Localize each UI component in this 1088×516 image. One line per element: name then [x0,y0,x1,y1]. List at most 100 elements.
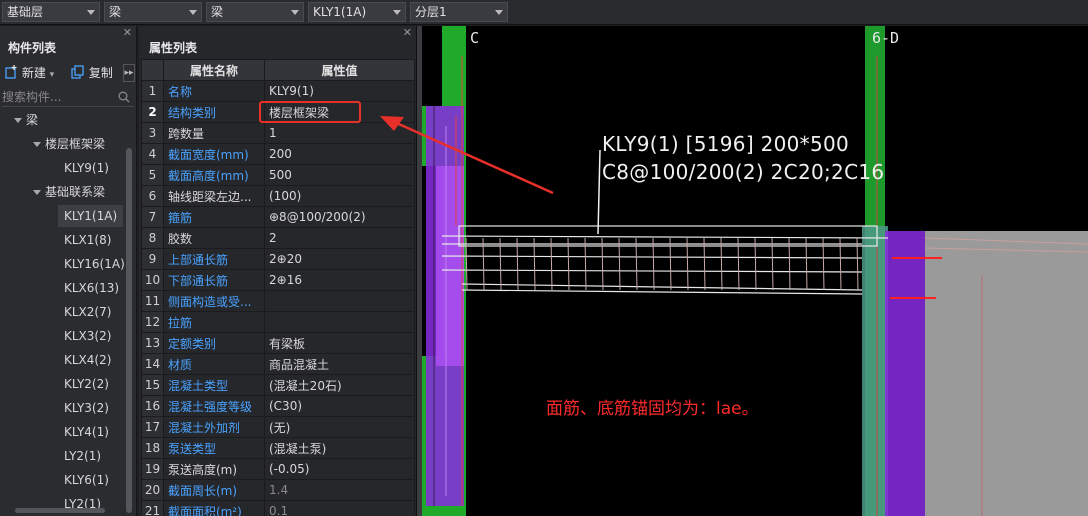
property-value[interactable] [264,290,415,312]
chevron-down-icon [495,10,503,15]
property-value[interactable]: 500 [264,164,415,186]
tree-item[interactable]: KLX2(7) [64,301,111,323]
search-component[interactable]: 搜索构件... [2,87,134,107]
component-toolbar: 新建 ▾ 复制 ▸▸ [0,62,136,84]
tree-item[interactable]: KLX6(13) [64,277,119,299]
property-value[interactable]: KLY9(1) [264,80,415,102]
tree-item-selected[interactable]: KLY1(1A) [58,205,124,227]
layer-select[interactable]: 分层1 [410,2,508,22]
row-number: 4 [141,143,164,165]
property-name: 截面面积(m²) [163,500,265,516]
table-row[interactable]: 4 截面宽度(mm) 200 [141,143,415,165]
expand-icon[interactable] [33,190,41,195]
property-name: 截面宽度(mm) [163,143,265,165]
row-number: 14 [141,353,164,375]
expand-icon[interactable] [14,118,22,123]
copy-button[interactable]: 复制 [71,64,113,82]
property-name: 上部通长筋 [163,248,265,270]
table-row[interactable]: 8 胶数 2 [141,227,415,249]
table-row[interactable]: 13 定额类别 有梁板 [141,332,415,354]
property-value[interactable]: 商品混凝土 [264,353,415,375]
tree-item[interactable]: KLY3(2) [64,397,109,419]
floor-select[interactable]: 基础层 [2,2,100,22]
table-row[interactable]: 16 混凝土强度等级 (C30) [141,395,415,417]
dropdown-arrow-icon[interactable]: ▾ [50,70,55,80]
tree-item-label: KLX3(2) [64,329,112,343]
property-name: 泵送高度(m) [163,458,265,480]
tree-group-label: 基础联系梁 [45,185,106,199]
type-select-1[interactable]: 梁 [104,2,202,22]
property-name: 下部通长筋 [163,269,265,291]
table-row[interactable]: 19 泵送高度(m) (-0.05) [141,458,415,480]
copy-button-label: 复制 [88,66,113,80]
property-value[interactable]: 0.1 [264,500,415,516]
tree-item[interactable]: KLY4(1) [64,421,109,443]
tree-group-frame-beam[interactable]: 楼层框架梁 [33,133,105,155]
property-value[interactable]: 1.4 [264,479,415,501]
tree-item-kly9[interactable]: KLY9(1) [64,157,109,179]
property-value[interactable]: (无) [264,416,415,438]
table-row[interactable]: 17 混凝土外加剂 (无) [141,416,415,438]
horizontal-scrollbar[interactable] [15,508,105,513]
table-row[interactable]: 12 拉筋 [141,311,415,333]
tree-item[interactable]: KLX4(2) [64,349,111,371]
tree-item-label: KLY1(1A) [64,209,118,223]
tree-item[interactable]: KLY16(1A) [64,253,125,275]
table-row[interactable]: 9 上部通长筋 2⊕20 [141,248,415,270]
close-icon[interactable]: ✕ [403,26,412,39]
table-row[interactable]: 20 截面周长(m) 1.4 [141,479,415,501]
property-name: 混凝土外加剂 [163,416,265,438]
property-value[interactable]: 2⊕20 [264,248,415,270]
property-value[interactable]: 2 [264,227,415,249]
vertical-scrollbar[interactable] [126,148,132,513]
property-value[interactable]: (混凝土泵) [264,437,415,459]
component-select[interactable]: KLY1(1A) [308,2,406,22]
table-row[interactable]: 5 截面高度(mm) 500 [141,164,415,186]
property-value[interactable] [264,311,415,333]
expand-icon[interactable] [33,142,41,147]
property-value[interactable]: 2⊕16 [264,269,415,291]
property-value[interactable]: (100) [264,185,415,207]
slab-right [925,231,1088,516]
table-row[interactable]: 7 箍筋 ⊕8@100/200(2) [141,206,415,228]
property-value[interactable]: (混凝土20石) [264,374,415,396]
property-value[interactable]: (-0.05) [264,458,415,480]
property-value[interactable]: 有梁板 [264,332,415,354]
tree-group-foundation-beam[interactable]: 基础联系梁 [33,181,105,203]
table-row[interactable]: 6 轴线距梁左边... (100) [141,185,415,207]
table-row[interactable]: 1 名称 KLY9(1) [141,80,415,102]
property-name: 结构类别 [163,101,265,123]
tree-item[interactable]: KLY6(1) [64,469,109,491]
tree-item-label: KLY16(1A) [64,257,125,271]
row-number: 12 [141,311,164,333]
table-row[interactable]: 3 跨数量 1 [141,122,415,144]
table-row[interactable]: 21 截面面积(m²) 0.1 [141,500,415,516]
tree-item[interactable]: LY2(1) [64,445,101,467]
tree-item[interactable]: KLX3(2) [64,325,111,347]
more-icon[interactable]: ▸▸ [123,64,135,82]
type-select-2[interactable]: 梁 [206,2,304,22]
row-number: 13 [141,332,164,354]
beam-label-line2: C8@100/200(2) 2C20;2C16 [602,160,885,184]
property-value[interactable]: (C30) [264,395,415,417]
row-number: 8 [141,227,164,249]
table-row[interactable]: 15 混凝土类型 (混凝土20石) [141,374,415,396]
new-button[interactable]: 新建 ▾ [4,64,54,82]
tree-item[interactable]: KLX1(8) [64,229,111,251]
search-icon[interactable] [118,91,130,103]
drawing-viewport[interactable]: C 6-D KLY9(1) [5196] 200*500 C8@100/200(… [422,26,1088,516]
tree-item[interactable]: KLY2(2) [64,373,109,395]
top-toolbar: 基础层 梁 梁 KLY1(1A) 分层1 [0,0,1088,25]
property-value[interactable]: ⊕8@100/200(2) [264,206,415,228]
table-row[interactable]: 14 材质 商品混凝土 [141,353,415,375]
table-row[interactable]: 11 侧面构造或受... [141,290,415,312]
close-icon[interactable]: ✕ [123,26,132,39]
table-row[interactable]: 10 下部通长筋 2⊕16 [141,269,415,291]
property-value[interactable]: 1 [264,122,415,144]
search-input[interactable]: 搜索构件... [2,90,61,104]
table-row[interactable]: 18 泵送类型 (混凝土泵) [141,437,415,459]
property-table: 属性名称 属性值 1 名称 KLY9(1) 2 结构类别 楼层框架梁 3 跨数量 1 4 截面宽度(… [141,59,415,516]
chevron-down-icon [189,10,197,15]
tree-root-beam[interactable]: 梁 [14,109,38,131]
property-value[interactable]: 200 [264,143,415,165]
